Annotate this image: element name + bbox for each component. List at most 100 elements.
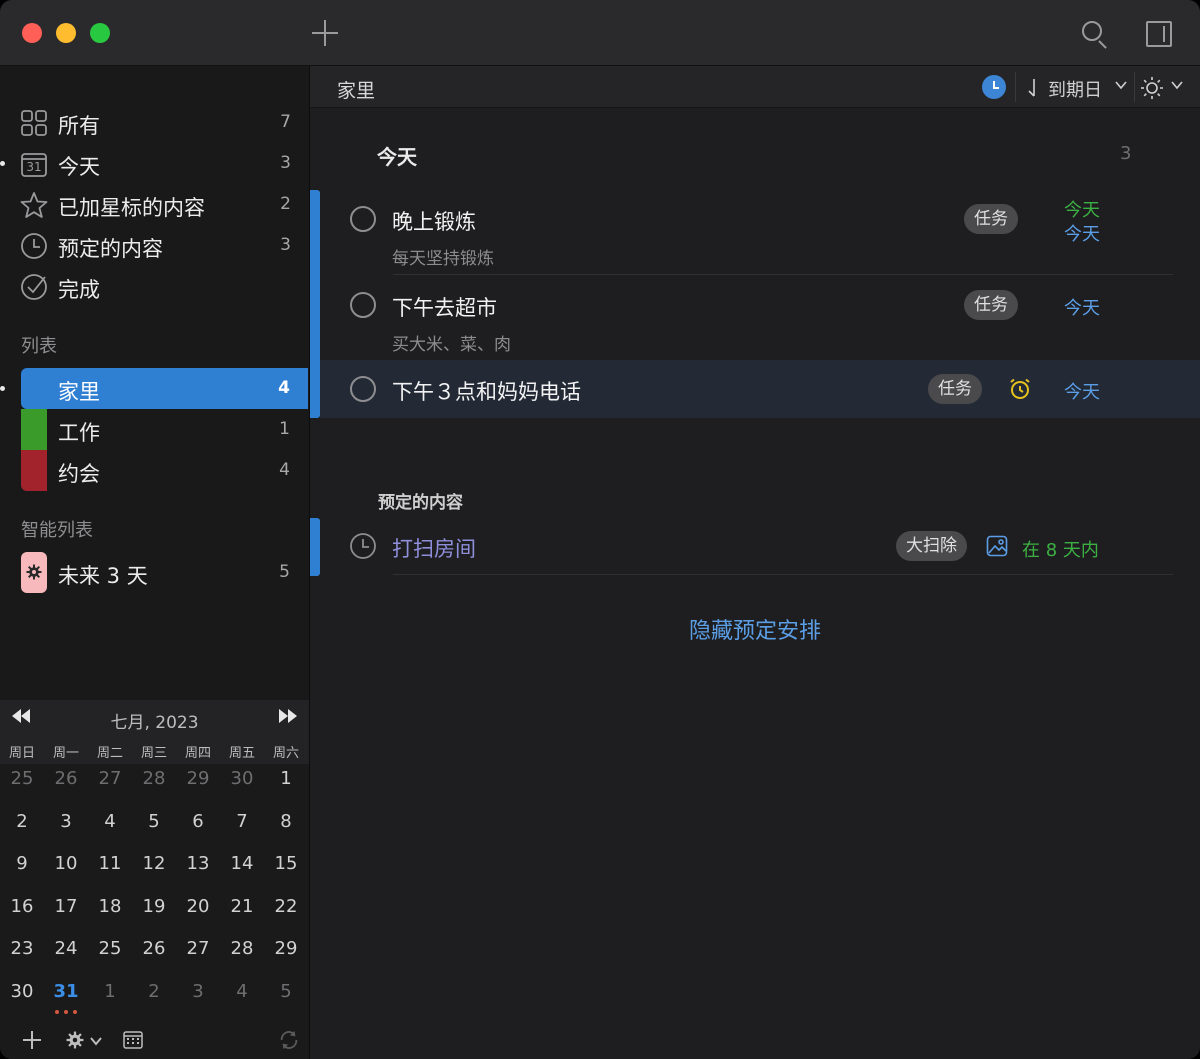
clock-icon[interactable] (349, 532, 377, 560)
calendar-day[interactable]: 5 (264, 981, 308, 1002)
task-checkbox[interactable] (350, 206, 376, 232)
sidebar-item-today[interactable]: 31 今天 3 (0, 145, 309, 183)
sidebar-item-all[interactable]: 所有 7 (0, 104, 309, 142)
selection-dot (0, 161, 5, 166)
calendar-day[interactable]: 20 (176, 896, 220, 917)
sidebar-item-count: 3 (280, 153, 291, 173)
minimize-window-button[interactable] (56, 23, 76, 43)
task-tag[interactable]: 任务 (964, 290, 1018, 320)
sidebar-list-work[interactable]: 工作 1 (21, 409, 308, 450)
task-tag[interactable]: 大扫除 (896, 531, 967, 561)
today-event-dots (55, 1010, 81, 1014)
calendar-day[interactable]: 4 (88, 811, 132, 832)
sidebar-item-label: 今天 (58, 155, 100, 179)
calendar-day[interactable]: 10 (44, 853, 88, 874)
calendar-day[interactable]: 5 (132, 811, 176, 832)
list-label: 家里 (58, 380, 100, 404)
calendar-day[interactable]: 23 (0, 938, 44, 959)
weekday-label: 周二 (96, 746, 123, 761)
gear-menu-button[interactable] (66, 1030, 104, 1050)
sort-by-button[interactable]: 到期日 (1048, 76, 1102, 102)
calendar-day[interactable]: 15 (264, 853, 308, 874)
smart-lists-heading: 智能列表 (21, 520, 93, 541)
task-checkbox[interactable] (350, 376, 376, 402)
scheduled-task-row[interactable]: 打扫房间 大扫除 在 8 天内 (320, 518, 1200, 576)
calendar-day[interactable]: 4 (220, 981, 264, 1002)
calendar-day[interactable]: 12 (132, 853, 176, 874)
calendar-day[interactable]: 30 (220, 768, 264, 789)
task-row[interactable]: 晚上锻炼 每天坚持锻炼 任务 今天 今天 (320, 190, 1200, 276)
search-icon[interactable] (1082, 21, 1110, 49)
calendar-day[interactable]: 25 (0, 768, 44, 789)
hide-scheduled-button[interactable]: 隐藏预定安排 (310, 613, 1200, 645)
calendar-day[interactable]: 6 (176, 811, 220, 832)
calendar-day[interactable]: 14 (220, 853, 264, 874)
sidebar-list-home[interactable]: 家里 4 (0, 368, 308, 409)
calendar-grid-icon[interactable] (123, 1030, 143, 1050)
zoom-window-button[interactable] (90, 23, 110, 43)
calendar-day[interactable]: 2 (132, 981, 176, 1002)
task-row-selected[interactable]: 下午３点和妈妈电话 任务 今天 (320, 360, 1200, 418)
calendar-day[interactable]: 27 (176, 938, 220, 959)
calendar-day[interactable]: 29 (176, 768, 220, 789)
sidebar-item-completed[interactable]: 完成 (0, 268, 309, 306)
task-due-primary: 今天 (1064, 298, 1100, 319)
calendar-day[interactable]: 1 (88, 981, 132, 1002)
task-row[interactable]: 下午去超市 买大米、菜、肉 任务 今天 (320, 276, 1200, 360)
calendar-day[interactable]: 26 (44, 768, 88, 789)
calendar-day[interactable]: 26 (132, 938, 176, 959)
photo-icon[interactable] (986, 535, 1008, 557)
weekday-label: 周四 (184, 746, 211, 761)
calendar-day[interactable]: 17 (44, 896, 88, 917)
chevron-down-icon[interactable] (1114, 78, 1128, 92)
alarm-icon[interactable] (1008, 377, 1032, 401)
next-month-icon[interactable] (277, 708, 299, 724)
calendar-day[interactable]: 7 (220, 811, 264, 832)
group-title-today: 今天 (377, 145, 417, 169)
row-divider (393, 574, 1173, 575)
sidebar-item-scheduled[interactable]: 预定的内容 3 (0, 227, 309, 265)
task-title: 打扫房间 (392, 537, 476, 561)
plus-icon[interactable] (310, 18, 340, 48)
calendar-day[interactable]: 3 (44, 811, 88, 832)
sun-icon[interactable] (1140, 76, 1164, 100)
sidebar-smart-list-next-3-days[interactable]: 未来 3 天 5 (21, 552, 308, 593)
calendar-day[interactable]: 27 (88, 768, 132, 789)
calendar-day-today[interactable]: 31 (44, 981, 88, 1002)
sync-icon[interactable] (278, 1029, 300, 1051)
list-count: 4 (279, 460, 290, 480)
calendar-day[interactable]: 18 (88, 896, 132, 917)
calendar-day[interactable]: 11 (88, 853, 132, 874)
calendar-day[interactable]: 29 (264, 938, 308, 959)
sort-direction-icon[interactable] (1026, 78, 1038, 98)
sidebar-item-starred[interactable]: 已加星标的内容 2 (0, 186, 309, 224)
calendar-day[interactable]: 9 (0, 853, 44, 874)
task-checkbox[interactable] (350, 292, 376, 318)
close-window-button[interactable] (22, 23, 42, 43)
calendar-day[interactable]: 2 (0, 811, 44, 832)
chevron-down-icon (90, 1037, 102, 1046)
calendar-day[interactable]: 21 (220, 896, 264, 917)
calendar-day[interactable]: 1 (264, 768, 308, 789)
calendar-day[interactable]: 24 (44, 938, 88, 959)
plus-icon[interactable] (22, 1030, 42, 1050)
weekday-label: 周一 (52, 746, 79, 761)
calendar-day[interactable]: 28 (132, 768, 176, 789)
clock-filter-button[interactable] (982, 75, 1006, 99)
calendar-day[interactable]: 8 (264, 811, 308, 832)
calendar-day[interactable]: 30 (0, 981, 44, 1002)
calendar-day[interactable]: 13 (176, 853, 220, 874)
calendar-day[interactable]: 3 (176, 981, 220, 1002)
calendar-day[interactable]: 25 (88, 938, 132, 959)
main-content: 家里 到期日 今天 3 晚上锻炼 每天坚持锻炼 任务 今天 今天 下午去超市 买… (310, 66, 1200, 1059)
panel-icon[interactable] (1146, 21, 1172, 47)
task-tag[interactable]: 任务 (964, 204, 1018, 234)
chevron-down-icon[interactable] (1170, 78, 1184, 92)
calendar-day[interactable]: 28 (220, 938, 264, 959)
calendar-day[interactable]: 22 (264, 896, 308, 917)
sidebar-list-dates[interactable]: 约会 4 (21, 450, 308, 491)
task-due-primary: 今天 (1064, 200, 1100, 221)
task-tag[interactable]: 任务 (928, 374, 982, 404)
calendar-day[interactable]: 19 (132, 896, 176, 917)
calendar-day[interactable]: 16 (0, 896, 44, 917)
